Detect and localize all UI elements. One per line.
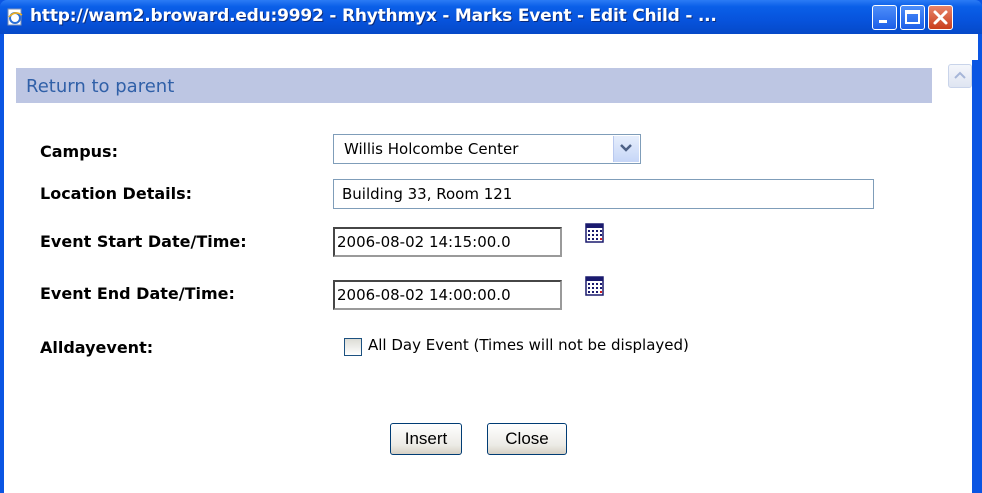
scroll-up-button[interactable] — [948, 64, 972, 88]
end-date-label: Event End Date/Time: — [40, 284, 235, 303]
allday-checkbox-label[interactable]: All Day Event (Times will not be display… — [368, 336, 689, 354]
minimize-button[interactable] — [872, 5, 897, 30]
allday-label: Alldayevent: — [40, 338, 154, 357]
calendar-icon[interactable] — [585, 275, 605, 297]
minimize-icon — [879, 20, 887, 23]
campus-dropdown-button[interactable] — [613, 136, 639, 162]
location-label: Location Details: — [40, 184, 193, 203]
maximize-button[interactable] — [900, 5, 925, 30]
window-right-border — [972, 60, 982, 493]
start-date-input[interactable]: 2006-08-02 14:15:00.0 — [333, 227, 562, 257]
return-to-parent-link[interactable]: Return to parent — [26, 76, 174, 97]
chevron-down-icon — [620, 144, 632, 152]
ie-page-icon — [7, 8, 23, 26]
edit-form: Campus: Willis Holcombe Center Location … — [16, 103, 932, 493]
calendar-icon[interactable] — [585, 222, 605, 244]
start-date-label: Event Start Date/Time: — [40, 232, 247, 251]
title-bar[interactable]: http://wam2.broward.edu:9992 - Rhythmyx … — [0, 0, 982, 34]
campus-select[interactable]: Willis Holcombe Center — [333, 134, 641, 164]
end-date-input[interactable]: 2006-08-02 14:00:00.0 — [333, 280, 562, 310]
close-button[interactable]: Close — [487, 423, 567, 455]
chevron-up-icon — [954, 71, 966, 79]
close-icon — [933, 10, 948, 25]
campus-select-value: Willis Holcombe Center — [344, 140, 519, 158]
popup-window: http://wam2.broward.edu:9992 - Rhythmyx … — [0, 0, 982, 493]
allday-checkbox[interactable] — [344, 338, 362, 356]
campus-label: Campus: — [40, 142, 118, 161]
close-window-button[interactable] — [928, 5, 953, 30]
location-details-input[interactable]: Building 33, Room 121 — [333, 179, 874, 209]
maximize-icon — [905, 10, 920, 24]
insert-button[interactable]: Insert — [390, 423, 462, 455]
return-bar: Return to parent — [16, 68, 932, 103]
window-title: http://wam2.broward.edu:9992 - Rhythmyx … — [30, 6, 717, 26]
